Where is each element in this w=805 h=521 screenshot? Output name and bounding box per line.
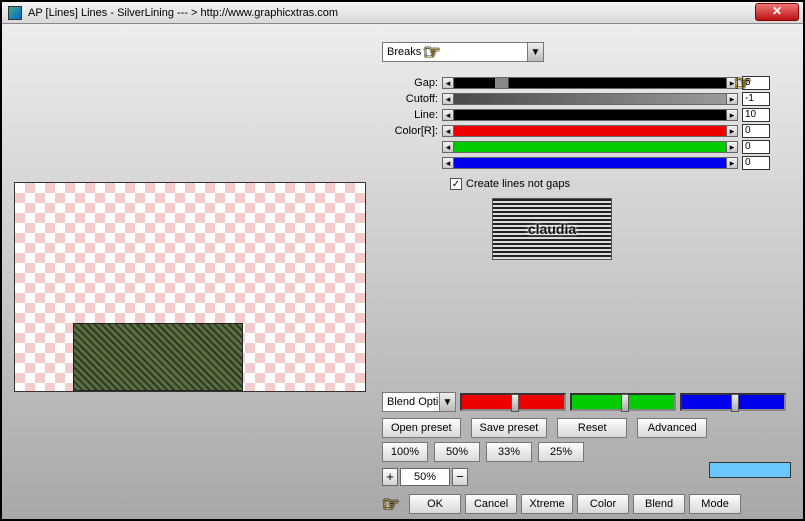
pointer-icon	[382, 495, 408, 513]
open-preset-button[interactable]: Open preset	[382, 418, 461, 438]
param-slider[interactable]: ◂▸	[442, 141, 738, 153]
ok-button[interactable]: OK	[409, 494, 461, 514]
brand-logo-text: claudia	[528, 221, 576, 237]
decrement-button[interactable]: ◂	[442, 93, 454, 105]
zoom-50pct-button[interactable]: 50%	[434, 442, 480, 462]
mode-dropdown-value: Breaks	[387, 46, 421, 58]
zoom-out-button[interactable]: −	[452, 468, 468, 486]
window-title: AP [Lines] Lines - SilverLining --- > ht…	[28, 7, 803, 19]
param-slider[interactable]: ◂▸	[442, 77, 738, 89]
param-row: Line:◂▸10	[382, 108, 795, 122]
param-row: Color[R]:◂▸0	[382, 124, 795, 138]
controls-panel: Breaks ▼ Gap:◂▸5Cutoff:◂▸-1Line:◂▸10Colo…	[382, 42, 795, 190]
decrement-button[interactable]: ◂	[442, 157, 454, 169]
decrement-button[interactable]: ◂	[442, 77, 454, 89]
param-slider[interactable]: ◂▸	[442, 109, 738, 121]
param-label: Gap:	[382, 77, 442, 89]
blend-dropdown[interactable]: Blend Optic ▼	[382, 392, 456, 412]
channel-slider[interactable]	[680, 393, 786, 411]
cancel-button[interactable]: Cancel	[465, 494, 517, 514]
slider-thumb[interactable]	[511, 394, 519, 412]
titlebar: AP [Lines] Lines - SilverLining --- > ht…	[2, 2, 803, 24]
decrement-button[interactable]: ◂	[442, 109, 454, 121]
bottom-controls: Blend Optic ▼ Open preset Save preset Rese…	[382, 392, 795, 514]
color-swatch[interactable]	[709, 462, 791, 478]
slider-track[interactable]	[454, 125, 726, 137]
chevron-down-icon[interactable]: ▼	[439, 393, 455, 411]
param-value[interactable]: 0	[742, 140, 770, 154]
preview-result	[73, 323, 243, 391]
zoom-33pct-button[interactable]: 33%	[486, 442, 532, 462]
blend-button[interactable]: Blend	[633, 494, 685, 514]
zoom-100pct-button[interactable]: 100%	[382, 442, 428, 462]
increment-button[interactable]: ▸	[726, 157, 738, 169]
param-label: Color[R]:	[382, 125, 442, 137]
slider-thumb[interactable]	[621, 394, 629, 412]
param-row: Cutoff:◂▸-1	[382, 92, 795, 106]
advanced-button[interactable]: Advanced	[637, 418, 707, 438]
zoom-value[interactable]: 50%	[400, 468, 450, 486]
increment-button[interactable]: ▸	[726, 109, 738, 121]
reset-button[interactable]: Reset	[557, 418, 627, 438]
decrement-button[interactable]: ◂	[442, 125, 454, 137]
pointer-icon	[423, 43, 449, 61]
decrement-button[interactable]: ◂	[442, 141, 454, 153]
create-lines-label: Create lines not gaps	[466, 178, 570, 190]
zoom-25pct-button[interactable]: 25%	[538, 442, 584, 462]
channel-slider[interactable]	[570, 393, 676, 411]
param-label: Line:	[382, 109, 442, 121]
close-button[interactable]: ✕	[755, 3, 799, 21]
zoom-in-button[interactable]: +	[382, 468, 398, 486]
preview-canvas[interactable]	[14, 182, 366, 392]
slider-track[interactable]	[454, 141, 726, 153]
mode-dropdown[interactable]: Breaks ▼	[382, 42, 544, 62]
slider-track[interactable]	[454, 93, 726, 105]
create-lines-checkbox[interactable]: ✓	[450, 178, 462, 190]
param-value[interactable]: 0	[742, 156, 770, 170]
param-value[interactable]: 0	[742, 124, 770, 138]
increment-button[interactable]: ▸	[726, 77, 738, 89]
param-slider[interactable]: ◂▸	[442, 125, 738, 137]
slider-track[interactable]	[454, 157, 726, 169]
xtreme-button[interactable]: Xtreme	[521, 494, 573, 514]
blend-dropdown-value: Blend Optic	[387, 396, 444, 408]
param-value[interactable]: 10	[742, 108, 770, 122]
slider-thumb[interactable]	[731, 394, 739, 412]
save-preset-button[interactable]: Save preset	[471, 418, 548, 438]
chevron-down-icon[interactable]: ▼	[527, 43, 543, 61]
param-label: Cutoff:	[382, 93, 442, 105]
param-slider[interactable]: ◂▸	[442, 157, 738, 169]
plugin-window: AP [Lines] Lines - SilverLining --- > ht…	[0, 0, 805, 521]
slider-track[interactable]	[454, 109, 726, 121]
color-button[interactable]: Color	[577, 494, 629, 514]
param-row: Gap:◂▸5	[382, 76, 795, 90]
channel-slider[interactable]	[460, 393, 566, 411]
mode-button[interactable]: Mode	[689, 494, 741, 514]
param-row: ◂▸0	[382, 140, 795, 154]
param-value[interactable]: 5	[742, 76, 770, 90]
increment-button[interactable]: ▸	[726, 93, 738, 105]
slider-track[interactable]	[454, 77, 726, 89]
increment-button[interactable]: ▸	[726, 125, 738, 137]
brand-logo: claudia	[492, 198, 612, 260]
param-row: ◂▸0	[382, 156, 795, 170]
app-icon	[8, 6, 22, 20]
param-value[interactable]: -1	[742, 92, 770, 106]
param-slider[interactable]: ◂▸	[442, 93, 738, 105]
increment-button[interactable]: ▸	[726, 141, 738, 153]
